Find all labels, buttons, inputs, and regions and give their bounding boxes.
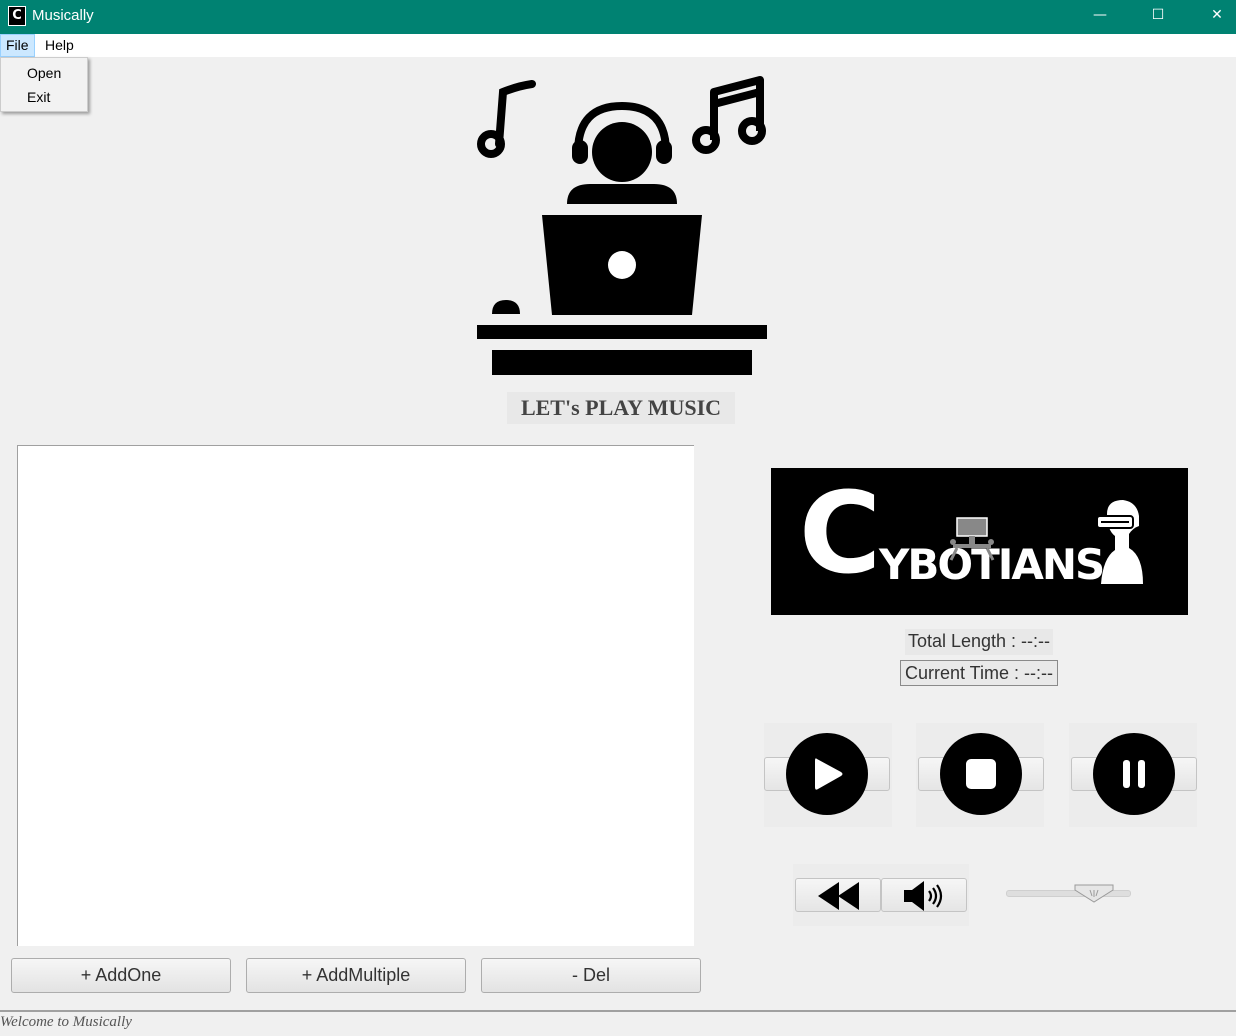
app-logo-icon: C [8, 6, 26, 26]
minimize-button[interactable]: — [1071, 0, 1129, 30]
playlist-box[interactable] [17, 445, 694, 946]
volume-button[interactable] [881, 878, 967, 912]
secondary-controls [793, 864, 969, 926]
brand-logo: C YBOTIANS [771, 468, 1188, 615]
rewind-icon [818, 882, 859, 910]
banner-title: LET's PLAY MUSIC [507, 392, 735, 424]
menu-file[interactable]: File [0, 34, 35, 57]
laptop-icon [542, 215, 702, 315]
file-dropdown-menu: Open Exit [0, 57, 88, 112]
vr-headset-person-icon [1096, 500, 1143, 584]
add-multiple-button[interactable]: + AddMultiple [246, 958, 466, 993]
pause-icon [1123, 760, 1145, 788]
add-one-button[interactable]: + AddOne [11, 958, 231, 993]
menu-help[interactable]: Help [40, 34, 79, 57]
stop-icon [966, 759, 996, 789]
total-length-label: Total Length : --:-- [905, 629, 1053, 655]
stop-button[interactable] [916, 723, 1044, 827]
mouse-icon [492, 300, 520, 314]
menu-bar: File Help [0, 34, 1236, 57]
play-button[interactable] [764, 723, 892, 827]
status-bar: Welcome to Musically [0, 1010, 1236, 1036]
pause-button[interactable] [1069, 723, 1197, 827]
volume-icon [904, 881, 943, 911]
volume-slider-thumb[interactable] [1073, 884, 1115, 904]
music-listener-illustration [477, 76, 767, 375]
maximize-button[interactable]: ☐ [1129, 0, 1187, 30]
desk-top [477, 325, 767, 339]
window-title: Musically [32, 7, 94, 24]
title-bar: C Musically — ☐ ✕ [0, 0, 1236, 34]
headphones-person-icon [567, 101, 677, 204]
desk-base [492, 350, 752, 375]
status-text: Welcome to Musically [0, 1014, 132, 1030]
music-note-icon [477, 80, 536, 158]
menu-exit[interactable]: Exit [27, 89, 50, 105]
rewind-button[interactable] [795, 878, 881, 912]
current-time-label: Current Time : --:-- [900, 660, 1058, 686]
menu-open[interactable]: Open [27, 65, 61, 81]
close-button[interactable]: ✕ [1188, 0, 1236, 30]
logo-initial: C [799, 469, 882, 599]
double-music-note-icon [692, 76, 766, 154]
robot-icon [949, 517, 995, 561]
delete-button[interactable]: - Del [481, 958, 701, 993]
play-icon [815, 758, 843, 790]
